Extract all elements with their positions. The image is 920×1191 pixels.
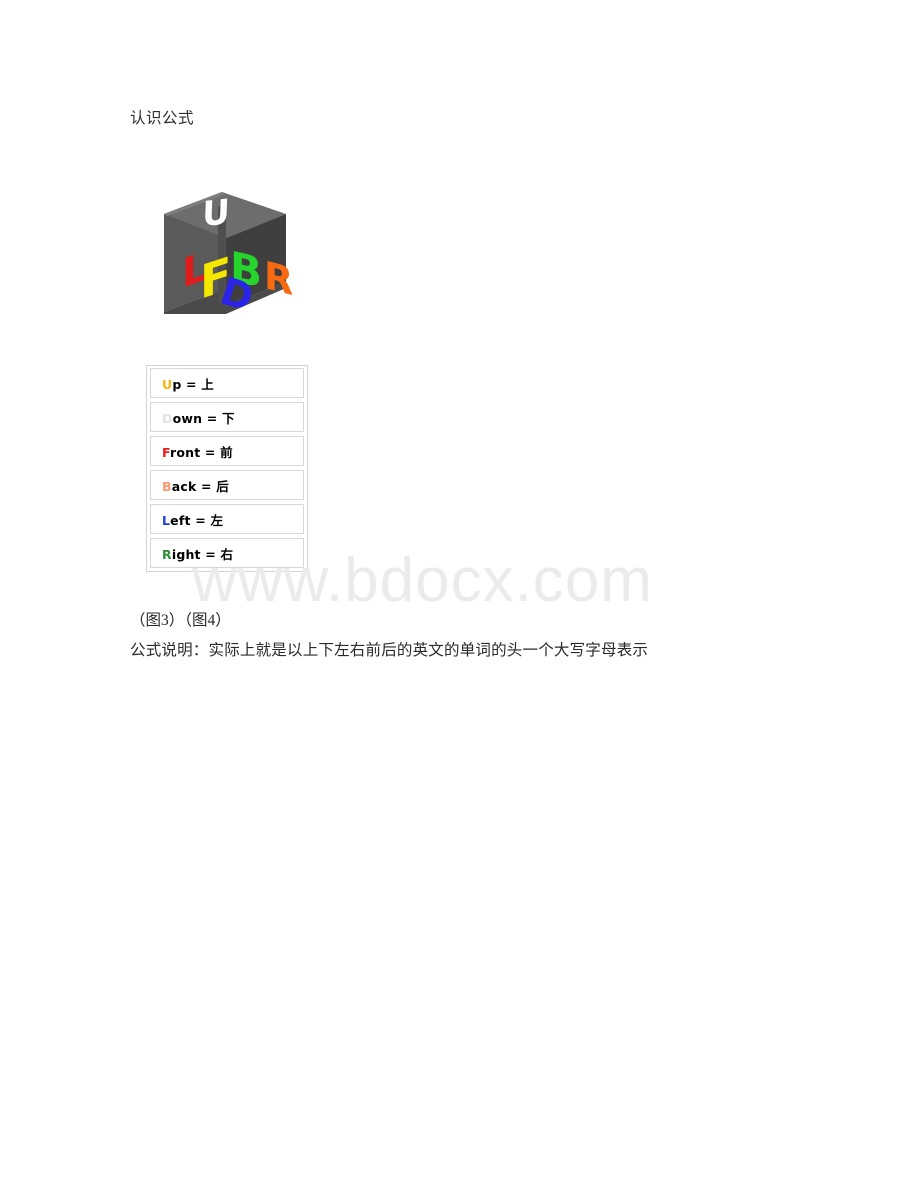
legend-text: Up = 上 bbox=[162, 374, 214, 393]
cube-illustration: U L F B R D bbox=[164, 192, 292, 314]
legend-chinese: 上 bbox=[201, 376, 214, 392]
legend-row: Up = 上 bbox=[150, 368, 304, 398]
cube-letter-U: U bbox=[202, 192, 231, 235]
watermark: www.bdocx.com bbox=[192, 546, 653, 615]
explanation-paragraph: 公式说明：实际上就是以上下左右前后的英文的单词的头一个大写字母表示 bbox=[130, 642, 649, 659]
legend-row: Down = 下 bbox=[150, 402, 304, 432]
figure-caption: （图3）（图4） bbox=[130, 612, 231, 629]
legend-chinese: 左 bbox=[210, 512, 224, 528]
legend-rest: own = bbox=[172, 410, 222, 426]
legend-initial: D bbox=[162, 410, 173, 426]
legend-rest: eft = bbox=[170, 512, 211, 528]
legend-text: Down = 下 bbox=[162, 408, 235, 427]
legend-rest: ront = bbox=[169, 444, 221, 460]
legend-row: Back = 后 bbox=[150, 470, 304, 500]
legend-rest: ack = bbox=[171, 478, 217, 494]
legend-row: Front = 前 bbox=[150, 436, 304, 466]
legend-text: Front = 前 bbox=[162, 442, 233, 461]
cube-figure: U L F B R D bbox=[160, 178, 292, 314]
page-title: 认识公式 bbox=[130, 110, 195, 127]
cube-letter-R: R bbox=[264, 253, 292, 305]
legend-rest: p = bbox=[172, 376, 202, 392]
legend-initial: L bbox=[162, 512, 171, 528]
legend-chinese: 前 bbox=[220, 444, 233, 460]
legend-text: Left = 左 bbox=[162, 510, 223, 529]
legend-text: Back = 后 bbox=[162, 476, 229, 495]
legend-row: Left = 左 bbox=[150, 504, 304, 534]
cube-face-notation-legend: Up = 上 Down = 下 Front = 前 Back = 后 Left … bbox=[146, 365, 308, 572]
legend-chinese: 后 bbox=[216, 478, 229, 494]
legend-initial: F bbox=[162, 444, 170, 460]
legend-chinese: 下 bbox=[222, 410, 235, 426]
legend-initial: U bbox=[162, 376, 173, 392]
legend-initial: R bbox=[162, 546, 172, 562]
legend-initial: B bbox=[162, 478, 172, 494]
document-page: 认识公式 U L F B R D Up = 上 Down = 下 Front =… bbox=[0, 0, 920, 1191]
